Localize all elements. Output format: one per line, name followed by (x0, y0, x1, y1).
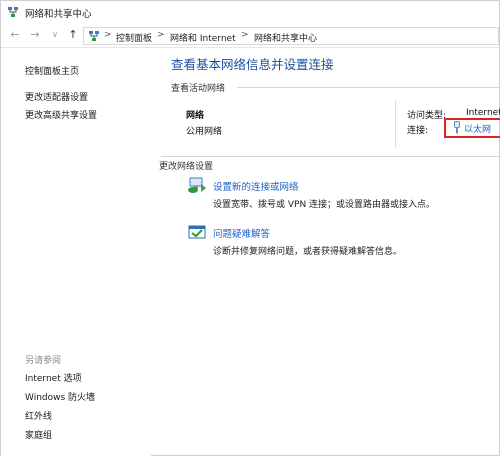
back-arrow-icon[interactable]: ← (9, 29, 21, 41)
breadcrumb-control-panel[interactable]: 控制面板 (116, 31, 152, 44)
forward-arrow-icon[interactable]: → (29, 29, 41, 41)
left-pane: 控制面板主页 更改适配器设置 更改高级共享设置 另请参阅 Internet 选项… (1, 48, 151, 456)
network-profile-type[interactable]: 公用网络 (186, 124, 222, 137)
network-icon (8, 7, 18, 17)
window-title: 网络和共享中心 (25, 9, 92, 20)
breadcrumb-network-internet[interactable]: 网络和 Internet (170, 31, 236, 44)
breadcrumb-separator[interactable]: > (241, 30, 249, 40)
sidebar-item-change-adapter-settings[interactable]: 更改适配器设置 (25, 90, 88, 103)
breadcrumb-separator[interactable]: > (157, 30, 165, 40)
control-panel-network-icon (89, 31, 99, 41)
breadcrumb-separator[interactable]: > (104, 30, 112, 40)
active-networks-label: 查看活动网络 (171, 84, 226, 94)
sidebar-item-change-advanced-sharing[interactable]: 更改高级共享设置 (25, 108, 97, 121)
see-also-homegroup[interactable]: 家庭组 (25, 428, 52, 441)
address-bar[interactable]: > 控制面板 > 网络和 Internet > 网络和共享中心 (83, 27, 499, 45)
title-bar: 网络和共享中心 (1, 1, 499, 23)
connections-label: 连接: (407, 126, 429, 136)
see-also-infrared[interactable]: 红外线 (25, 409, 52, 422)
section-divider (161, 156, 499, 157)
setup-new-connection-link[interactable]: 设置新的连接或网络 (213, 179, 299, 193)
access-type-label: 访问类型: (407, 111, 447, 121)
network-name: 网络 (186, 111, 205, 121)
network-info-divider (395, 100, 396, 148)
troubleshoot-icon (188, 225, 206, 239)
network-sharing-center-window: 网络和共享中心 ← → ∨ ↑ > 控制面板 > 网络和 Internet > … (0, 0, 500, 456)
navigation-bar: ← → ∨ ↑ > 控制面板 > 网络和 Internet > 网络和共享中心 (1, 25, 499, 48)
page-title: 查看基本网络信息并设置连接 (171, 57, 334, 72)
see-also-internet-options[interactable]: Internet 选项 (25, 371, 82, 384)
setup-new-connection-description: 设置宽带、拨号或 VPN 连接；或设置路由器或接入点。 (213, 200, 436, 210)
troubleshoot-problems-description: 诊断并修复网络问题，或者获得疑难解答信息。 (213, 247, 403, 257)
up-arrow-icon[interactable]: ↑ (67, 29, 79, 41)
breadcrumb-network-sharing-center[interactable]: 网络和共享中心 (254, 31, 317, 44)
see-also-caption: 另请参阅 (25, 356, 62, 366)
ethernet-connection-link[interactable]: 以太网 (464, 122, 491, 135)
recent-locations-chevron-icon[interactable]: ∨ (49, 29, 61, 41)
see-also-windows-firewall[interactable]: Windows 防火墙 (25, 390, 95, 403)
main-pane: 查看基本网络信息并设置连接 查看活动网络 网络 公用网络 访问类型: Inter… (151, 48, 500, 456)
sidebar-item-control-panel-home[interactable]: 控制面板主页 (25, 64, 79, 77)
access-type-value: Internet (466, 108, 500, 118)
change-network-settings-label: 更改网络设置 (159, 162, 214, 172)
troubleshoot-problems-link[interactable]: 问题疑难解答 (213, 226, 270, 240)
ethernet-icon (454, 121, 460, 134)
section-divider (237, 87, 499, 88)
network-setup-icon (188, 177, 206, 193)
